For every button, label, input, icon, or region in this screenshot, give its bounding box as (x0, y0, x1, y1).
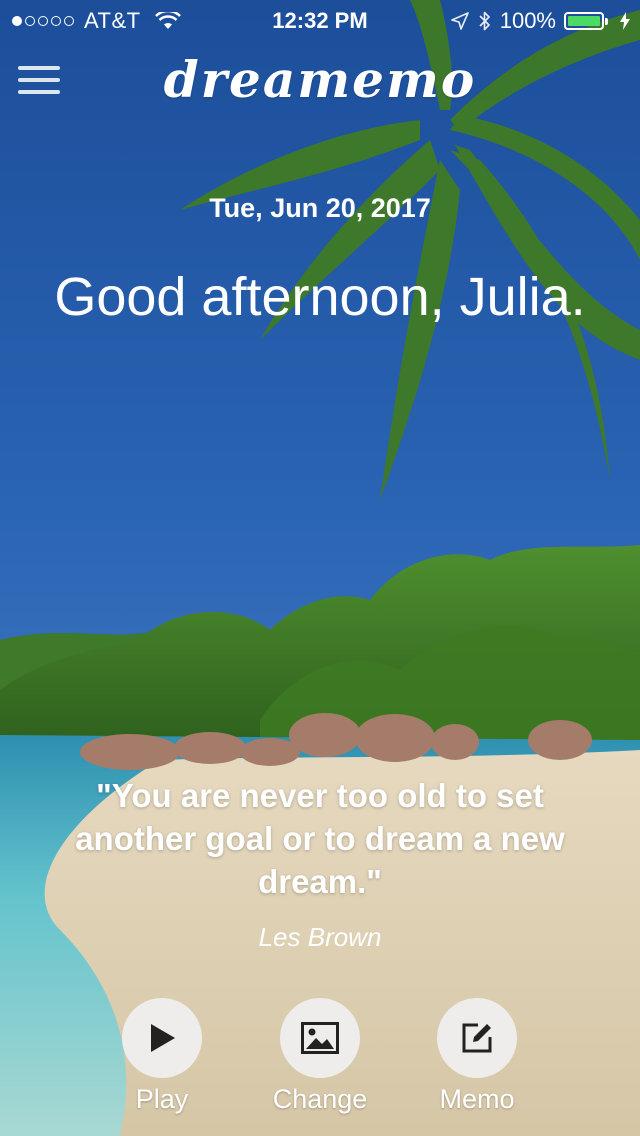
battery-icon (564, 12, 608, 30)
memo-button[interactable]: Memo (407, 998, 547, 1115)
change-label: Change (272, 1084, 368, 1114)
change-background-button[interactable]: Change (250, 998, 390, 1115)
current-date: Tue, Jun 20, 2017 (209, 193, 431, 223)
memo-label: Memo (439, 1084, 515, 1114)
action-bar: Play Change Memo (0, 998, 640, 1128)
quote-text: "You are never too old to set another go… (75, 777, 565, 900)
quote-author: Les Brown (258, 922, 382, 952)
edit-icon (462, 1023, 492, 1053)
location-arrow-icon (450, 12, 469, 30)
greeting-text: Good afternoon, Julia. (54, 267, 586, 327)
play-icon (151, 1024, 175, 1052)
play-label: Play (135, 1084, 189, 1114)
bluetooth-icon (479, 11, 490, 31)
play-button[interactable]: Play (92, 998, 232, 1115)
image-icon (301, 1022, 339, 1054)
app-logo: dreamemo (163, 50, 477, 109)
charging-bolt-icon (620, 12, 630, 30)
beach-background-image (0, 0, 640, 1136)
status-right: 100% (450, 8, 630, 34)
status-bar: AT&T 12:32 PM 100% (0, 0, 640, 40)
battery-percent: 100% (499, 8, 556, 33)
battery-level-fill (568, 16, 600, 26)
